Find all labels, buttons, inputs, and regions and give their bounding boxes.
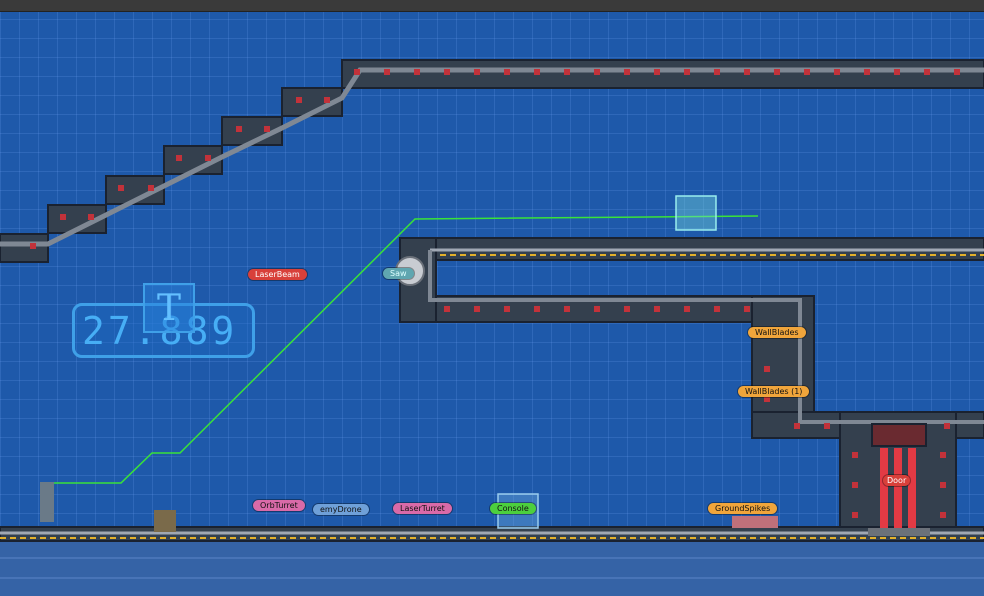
- staircase-blocks: [0, 59, 984, 263]
- enemy-drone-ghost: [675, 195, 717, 231]
- label-saw[interactable]: Saw: [383, 268, 414, 279]
- door-laser-bars: [880, 448, 916, 528]
- level-editor-scene[interactable]: 27.889 T LaserBeam Saw WallBlades WallBl…: [0, 0, 984, 596]
- label-laser-turret[interactable]: LaserTurret: [393, 503, 452, 514]
- label-console[interactable]: Console: [490, 503, 536, 514]
- ground-spikes-sprite: [732, 516, 778, 528]
- label-wall-blades-1[interactable]: WallBlades (1): [738, 386, 810, 397]
- label-laser-beam[interactable]: LaserBeam: [248, 269, 307, 280]
- label-enemy-drone[interactable]: emyDrone: [313, 504, 369, 515]
- label-door[interactable]: Door: [883, 475, 911, 486]
- crate-sprite: [154, 510, 176, 532]
- timer-icon: T: [143, 283, 195, 333]
- label-orb-turret[interactable]: OrbTurret: [253, 500, 305, 511]
- ground-bricks: [0, 536, 984, 596]
- label-ground-spikes[interactable]: GroundSpikes: [708, 503, 778, 514]
- label-wall-blades[interactable]: WallBlades: [748, 327, 806, 338]
- door-frame-top: [871, 423, 927, 447]
- player-sprite: [40, 482, 54, 522]
